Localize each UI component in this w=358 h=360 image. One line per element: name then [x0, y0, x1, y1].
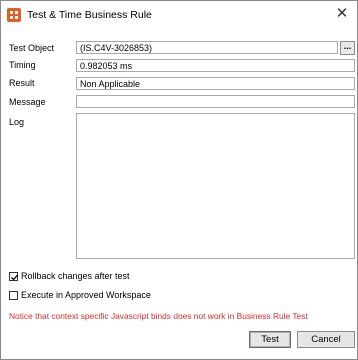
dialog-title: Test & Time Business Rule [27, 9, 152, 21]
grid-app-icon [7, 8, 21, 22]
checkmark-icon [11, 274, 18, 281]
rollback-checkbox[interactable] [9, 272, 18, 281]
cancel-button[interactable]: Cancel [297, 331, 355, 348]
message-label: Message [9, 97, 46, 107]
message-field[interactable] [76, 95, 355, 108]
log-label: Log [9, 117, 25, 127]
close-icon[interactable]: ✕ [333, 5, 351, 23]
test-object-field[interactable]: (IS.C4V-3026853) [76, 41, 338, 54]
result-field[interactable]: Non Applicable [76, 77, 355, 90]
approved-workspace-label: Execute in Approved Workspace [21, 290, 151, 300]
result-label: Result [9, 78, 35, 88]
test-button[interactable]: Test [249, 331, 291, 348]
rollback-label: Rollback changes after test [21, 271, 130, 281]
log-textarea[interactable] [76, 113, 355, 259]
timing-field[interactable]: 0.982053 ms [76, 59, 355, 72]
title-bar: Test & Time Business Rule ✕ [1, 1, 357, 29]
approved-workspace-checkbox[interactable] [9, 291, 18, 300]
dialog-window: Test & Time Business Rule ✕ Test Object … [0, 0, 358, 360]
notice-text: Notice that context specific Javascript … [9, 311, 308, 321]
browse-button[interactable]: ... [340, 41, 355, 55]
timing-label: Timing [9, 60, 36, 70]
test-object-label: Test Object [9, 43, 55, 53]
